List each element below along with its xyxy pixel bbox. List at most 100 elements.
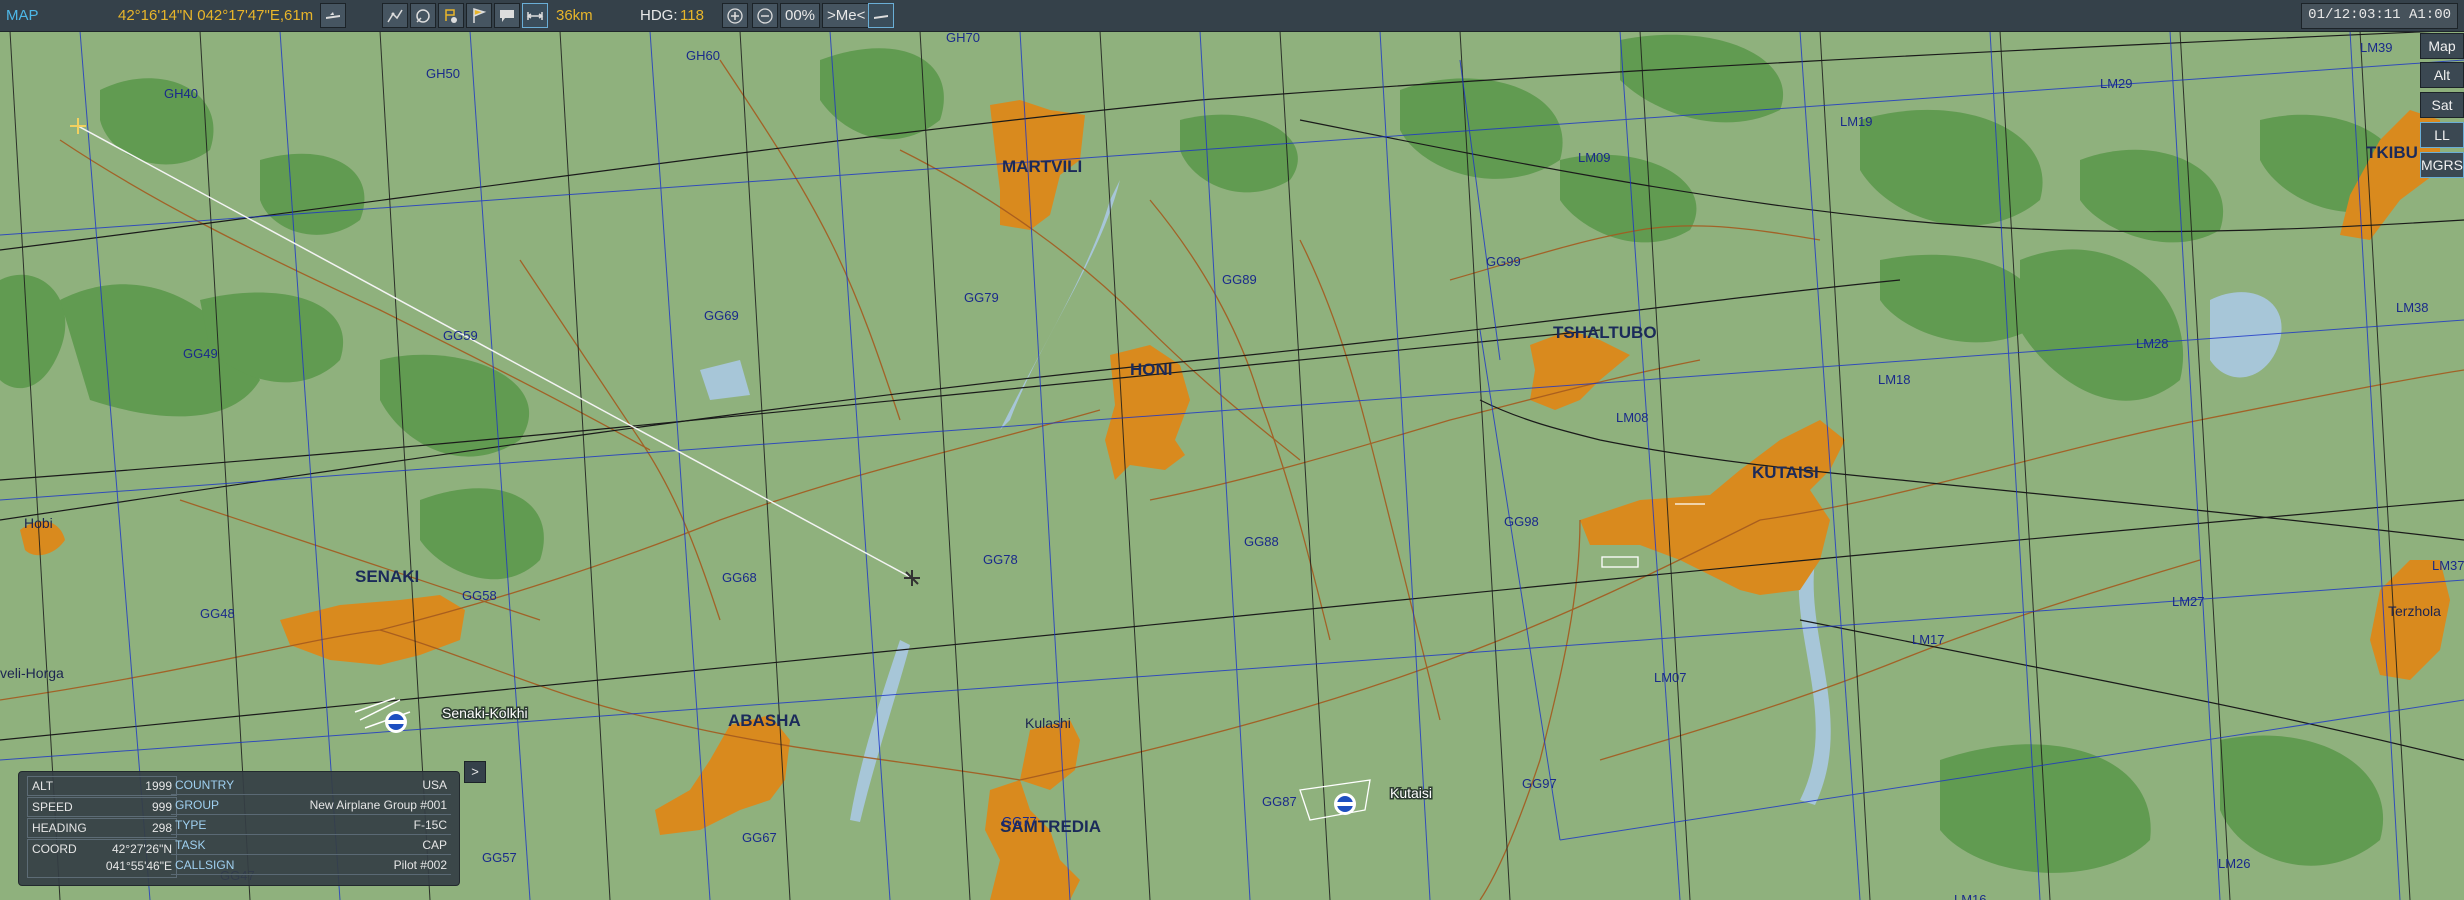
type-row: TYPE F-15C (171, 816, 451, 835)
grid-label-lm07: LM07 (1654, 670, 1687, 685)
flag-tool-icon[interactable] (466, 3, 492, 28)
grid-label-gg49: GG49 (183, 346, 218, 361)
ll-grid-button[interactable]: LL (2420, 122, 2464, 148)
type-value[interactable]: F-15C (414, 816, 447, 834)
heading-label: HDG: (640, 7, 678, 24)
top-toolbar: MAP 42°16'14"N 042°17'47"E,61m 36km HDG:… (0, 0, 2464, 32)
task-label: TASK (175, 838, 206, 852)
grid-label-lm16: LM16 (1954, 892, 1987, 900)
grid-label-lm27: LM27 (2172, 594, 2205, 609)
grid-label-gg97: GG97 (1522, 776, 1557, 791)
zoom-in-icon[interactable] (722, 3, 748, 28)
speed-value[interactable]: 999 (152, 798, 172, 816)
task-row: TASK CAP (171, 836, 451, 855)
callsign-value[interactable]: Pilot #002 (394, 856, 447, 874)
group-value[interactable]: New Airplane Group #001 (310, 796, 447, 814)
grid-label-gg89: GG89 (1222, 272, 1257, 287)
city-label-hobi: Hobi (24, 515, 53, 531)
coord-row: COORD 42°27'26"N 041°55'46"E (27, 839, 177, 878)
map-layer-button[interactable]: Map (2420, 33, 2464, 59)
zoom-out-icon[interactable] (752, 3, 778, 28)
coord-label: COORD (32, 842, 77, 856)
group-row: GROUP New Airplane Group #001 (171, 796, 451, 815)
center-on-me-button[interactable]: >Me< (822, 3, 871, 28)
coord-lat: 42°27'26"N (111, 842, 172, 856)
mission-time: 01/12:03:11 A1:00 (2301, 3, 2458, 29)
grid-label-lm17: LM17 (1912, 632, 1945, 647)
city-label-senaki: SENAKI (355, 567, 419, 586)
grid-label-gg77: GG77 (1002, 814, 1037, 829)
grid-label-lm28: LM28 (2136, 336, 2169, 351)
grid-label-lm18: LM18 (1878, 372, 1911, 387)
grid-label-gg57: GG57 (482, 850, 517, 865)
alt-value[interactable]: 1999 (145, 777, 172, 795)
callsign-label: CALLSIGN (175, 858, 235, 872)
city-label-tshaltubo: TSHALTUBO (1553, 323, 1657, 342)
city-label-abasha: ABASHA (728, 711, 801, 730)
mgrs-grid-button[interactable]: MGRS (2420, 152, 2464, 178)
airfield-label-kutaisi: Kutaisi (1390, 785, 1432, 801)
zone-tool-icon[interactable] (410, 3, 436, 28)
grid-label-gg99: GG99 (1486, 254, 1521, 269)
grid-label-gh60: GH60 (686, 48, 720, 63)
grid-label-gg78: GG78 (983, 552, 1018, 567)
sat-layer-button[interactable]: Sat (2420, 92, 2464, 118)
unit-info-panel: ALT 1999 SPEED 999 HEADING 298 COORD 42°27'2… (18, 771, 460, 886)
callsign-row: CALLSIGN Pilot #002 (171, 856, 451, 875)
country-label: COUNTRY (175, 778, 235, 792)
city-label-honi: HONI (1130, 360, 1173, 379)
city-label-veli-horga: veli-Horga (0, 665, 64, 681)
zoom-level[interactable]: 00% (780, 3, 821, 28)
panel-expand-button[interactable]: > (464, 761, 486, 783)
grid-label-lm19: LM19 (1840, 114, 1873, 129)
grid-label-lm38: LM38 (2396, 300, 2429, 315)
comment-tool-icon[interactable] (494, 3, 520, 28)
grid-label-gg79: GG79 (964, 290, 999, 305)
alt-layer-button[interactable]: Alt (2420, 62, 2464, 88)
grid-label-gg59: GG59 (443, 328, 478, 343)
speed-label: SPEED (32, 800, 73, 814)
speed-row: SPEED 999 (27, 797, 177, 817)
ruler-tool-icon[interactable] (522, 3, 548, 28)
grid-label-gg58: GG58 (462, 588, 497, 603)
grid-label-gg69: GG69 (704, 308, 739, 323)
group-label: GROUP (175, 798, 220, 812)
coords-readout: 42°16'14"N 042°17'47"E,61m (118, 7, 314, 24)
city-label-kulashi: Kulashi (1025, 715, 1071, 731)
type-label: TYPE (175, 818, 207, 832)
task-value[interactable]: CAP (422, 836, 447, 854)
heading-value: 118 (680, 7, 704, 24)
grid-label-gg87: GG87 (1262, 794, 1297, 809)
grid-label-gg67: GG67 (742, 830, 777, 845)
heading-label-panel: HEADING (32, 821, 87, 835)
grid-label-lm08: LM08 (1616, 410, 1649, 425)
grid-label-gg98: GG98 (1504, 514, 1539, 529)
grid-label-gh70: GH70 (946, 30, 980, 45)
city-label-terzhola: Terzhola (2388, 603, 2441, 619)
coord-lon: 041°55'46"E (105, 859, 172, 873)
heading-value-panel[interactable]: 298 (152, 819, 172, 837)
unit-tool-icon[interactable] (438, 3, 464, 28)
grid-label-lm39: LM39 (2360, 40, 2393, 55)
grid-label-lm09: LM09 (1578, 150, 1611, 165)
route-tool-icon[interactable] (382, 3, 408, 28)
grid-label-lm29: LM29 (2100, 76, 2133, 91)
country-row: COUNTRY USA (171, 776, 451, 795)
city-label-kutaisi: KUTAISI (1752, 463, 1819, 482)
grid-label-gh40: GH40 (164, 86, 198, 101)
airfield-label-senaki-kolkhi: Senaki-Kolkhi (442, 705, 528, 721)
alt-row: ALT 1999 (27, 776, 177, 796)
city-label-tkibu: TKIBU (2366, 143, 2418, 162)
city-label-martvili: MARTVILI (1002, 157, 1082, 176)
grid-label-gh50: GH50 (426, 66, 460, 81)
aircraft-icon[interactable] (320, 3, 346, 28)
heading-row: HEADING 298 (27, 818, 177, 838)
grid-label-gg68: GG68 (722, 570, 757, 585)
range-readout: 36km (556, 7, 593, 24)
alt-label: ALT (32, 779, 54, 793)
country-value[interactable]: USA (422, 776, 447, 794)
aircraft-small-icon[interactable] (868, 3, 894, 28)
grid-label-gg88: GG88 (1244, 534, 1279, 549)
grid-label-lm37: LM37 (2432, 558, 2464, 573)
map-canvas[interactable]: MARTVILI HONI TSHALTUBO KUTAISI TKIBU SENAKI A… (0, 0, 2464, 900)
